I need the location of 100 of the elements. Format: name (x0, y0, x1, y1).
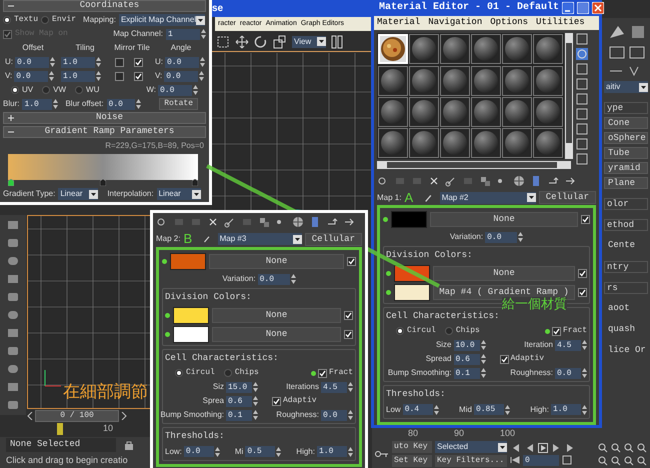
checkbox[interactable] (344, 330, 353, 338)
number-field[interactable]: 0.0 (106, 98, 135, 110)
interpolation-dropdown[interactable]: Linear (156, 188, 201, 200)
color-swatch[interactable] (173, 306, 209, 324)
sample-slot[interactable] (409, 66, 439, 96)
rollout-header[interactable]: Noise (3, 112, 206, 124)
set-key-button[interactable]: Set Key (392, 455, 432, 467)
number-field[interactable]: 0.0 (258, 274, 290, 284)
number-field[interactable]: 0.4 (402, 404, 433, 416)
next-icon[interactable] (121, 412, 127, 420)
select-region-icon[interactable] (216, 34, 230, 48)
pipette-icon[interactable] (424, 192, 433, 203)
checkbox[interactable] (134, 72, 143, 80)
checkbox[interactable] (552, 326, 561, 336)
number-field[interactable]: 0.5 (245, 446, 276, 457)
move-icon[interactable] (235, 34, 249, 48)
checkbox[interactable] (115, 72, 124, 80)
viewport[interactable]: 在細部調節 (27, 215, 153, 409)
sample-slot[interactable] (378, 96, 408, 127)
number-field[interactable]: 0.0 (14, 70, 48, 82)
checkbox[interactable] (578, 268, 587, 278)
map-button[interactable]: None (212, 326, 341, 342)
rollout-header[interactable]: Gradient Ramp Parameters (3, 126, 206, 138)
number-field[interactable]: 0.1 (454, 368, 480, 379)
sample-slot[interactable] (440, 128, 470, 158)
key-filters-button[interactable]: Key Filters... (435, 455, 507, 467)
sample-slot[interactable] (471, 34, 501, 64)
sample-slot[interactable] (533, 66, 563, 96)
number-field[interactable]: 10.0 (454, 340, 480, 351)
close-icon[interactable] (592, 2, 604, 14)
vertical-scrollbar[interactable] (565, 33, 573, 160)
radio-button[interactable] (175, 369, 183, 377)
checkbox[interactable] (344, 310, 353, 320)
sample-slot[interactable] (409, 128, 439, 158)
sample-slot[interactable] (440, 34, 470, 64)
radio-button[interactable] (3, 16, 11, 24)
radio-button[interactable] (75, 86, 84, 94)
checkbox[interactable] (581, 215, 590, 224)
color-swatch[interactable] (170, 253, 206, 270)
number-field[interactable]: 1 (166, 28, 200, 40)
checkbox[interactable] (500, 354, 508, 364)
number-field[interactable]: 0.0 (485, 232, 518, 243)
sample-slot[interactable] (440, 96, 470, 127)
number-field[interactable]: 0.0 (158, 84, 192, 96)
chain-icon[interactable] (224, 216, 236, 228)
checkbox[interactable] (318, 368, 327, 378)
number-field[interactable]: 0.6 (226, 396, 252, 406)
chain-icon[interactable] (445, 175, 457, 188)
globe-icon[interactable] (513, 175, 525, 188)
go-forward-icon[interactable] (343, 216, 355, 228)
sample-slot[interactable] (440, 66, 470, 96)
x-icon[interactable] (207, 216, 219, 228)
backlight-icon[interactable] (576, 48, 588, 60)
sample-slot[interactable] (533, 34, 563, 64)
menu-item[interactable]: Material (377, 16, 420, 30)
radio-button[interactable] (444, 327, 453, 336)
map-name-dropdown[interactable]: Map #3 (218, 233, 302, 245)
lock-icon[interactable] (124, 440, 134, 450)
map-button[interactable]: None (209, 254, 344, 269)
menu-item[interactable]: Navigation (428, 16, 482, 30)
number-field[interactable]: 0.0 (184, 446, 214, 457)
minimize-icon[interactable] (562, 2, 574, 14)
radio-button[interactable] (41, 16, 50, 24)
gradient-flag-icon[interactable] (192, 179, 198, 186)
radio-button[interactable] (396, 327, 404, 336)
play-icon[interactable] (538, 442, 548, 452)
map-button[interactable]: None (433, 266, 575, 281)
globe-icon[interactable] (292, 216, 304, 228)
zoom-icon[interactable] (598, 442, 608, 452)
rollout-header[interactable]: Coordinates (3, 0, 206, 12)
menu-item[interactable]: Utilities (536, 16, 585, 30)
object-type-button[interactable]: Tube (604, 147, 648, 159)
sample-slot[interactable] (471, 66, 501, 96)
sample-slot[interactable] (378, 66, 408, 96)
auto-key-button[interactable]: uto Key (392, 441, 432, 453)
number-field[interactable]: 4.5 (321, 382, 347, 392)
number-field[interactable]: 15.0 (226, 382, 252, 392)
number-field[interactable]: 0.0 (555, 368, 581, 379)
number-field[interactable]: 0.0 (164, 70, 198, 82)
number-field[interactable]: 1.0 (61, 70, 95, 82)
color-swatch[interactable] (391, 211, 427, 228)
checkbox[interactable] (272, 396, 281, 406)
radio-button[interactable] (42, 86, 50, 94)
number-field[interactable]: 0.0 (321, 410, 347, 420)
sample-slot[interactable] (409, 96, 439, 127)
frame-field[interactable]: 0 (523, 454, 559, 466)
checkbox[interactable] (347, 257, 356, 266)
map-button[interactable]: None (430, 212, 578, 228)
checkbox[interactable] (134, 58, 143, 66)
color-swatch[interactable] (173, 326, 209, 342)
rotate-button[interactable]: Rotate (159, 98, 198, 110)
sample-slot[interactable] (502, 34, 532, 64)
color-swatch[interactable] (394, 284, 430, 301)
sample-slot[interactable] (471, 128, 501, 158)
map-name-dropdown[interactable]: Map #2 (440, 192, 536, 204)
scale-icon[interactable] (273, 34, 287, 48)
number-field[interactable]: 4.5 (555, 340, 581, 351)
sample-slot[interactable] (533, 96, 563, 127)
number-field[interactable]: 1.0 (22, 98, 52, 110)
pipette-icon[interactable] (203, 234, 211, 244)
